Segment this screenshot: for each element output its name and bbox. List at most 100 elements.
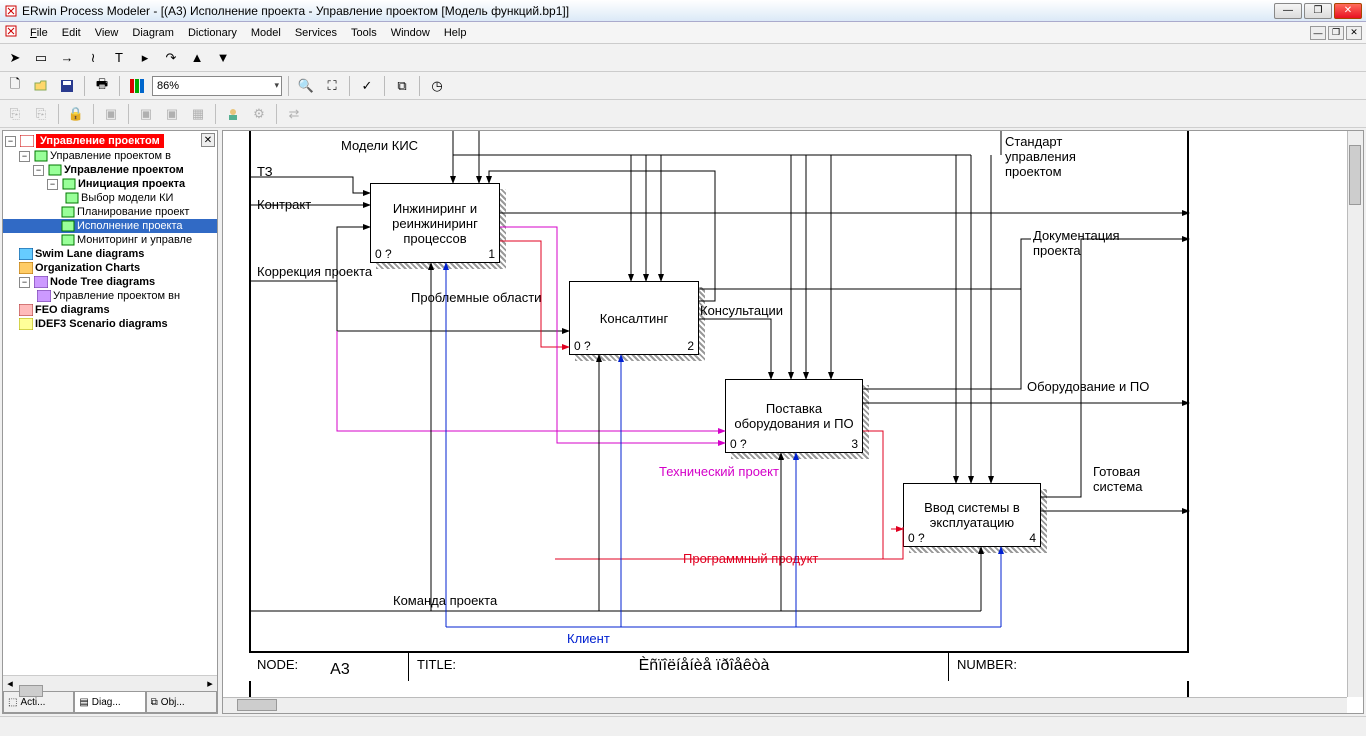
- tb3-2[interactable]: ⎘: [30, 103, 52, 125]
- activity-2[interactable]: Консалтинг 0 ? 2: [569, 281, 699, 355]
- lock-button[interactable]: 🔒: [65, 103, 87, 125]
- app-icon: [4, 4, 18, 18]
- tb3-user[interactable]: [222, 103, 244, 125]
- model-explorer: ✕ −Управление проектом −Управление проек…: [2, 130, 218, 714]
- down-tool[interactable]: ▼: [212, 47, 234, 69]
- up-tool[interactable]: ▲: [186, 47, 208, 69]
- open-button[interactable]: [30, 75, 52, 97]
- tree-ntd[interactable]: Node Tree diagrams: [50, 276, 155, 288]
- model-tree[interactable]: −Управление проектом −Управление проекто…: [3, 131, 217, 675]
- lbl-tech-project: Технический проект: [659, 465, 779, 480]
- mdi-doc-icon: [4, 24, 18, 41]
- text-tool[interactable]: T: [108, 47, 130, 69]
- diagram-footer: NODE: A3 TITLE: Èñïîëíåíèå ïðîåêòà NUMBE…: [249, 651, 1189, 681]
- canvas-vscroll[interactable]: [1347, 131, 1363, 697]
- menu-window[interactable]: Window: [385, 25, 436, 41]
- lbl-equip: Оборудование и ПО: [1027, 379, 1149, 394]
- lbl-consult: Консультации: [700, 303, 783, 318]
- zoom-fit-button[interactable]: ⛶: [321, 75, 343, 97]
- footer-node-value: A3: [330, 661, 350, 679]
- tb3-cube3[interactable]: ▣: [161, 103, 183, 125]
- menu-view[interactable]: View: [89, 25, 125, 41]
- new-button[interactable]: 🗋: [4, 75, 26, 97]
- footer-title-value: Èñïîëíåíèå ïðîåêòà: [468, 657, 940, 675]
- tb3-cfg[interactable]: ⚙: [248, 103, 270, 125]
- menu-help[interactable]: Help: [438, 25, 473, 41]
- tree-root[interactable]: Управление проектом: [36, 134, 164, 148]
- lbl-ready: Готоваясистема: [1093, 465, 1142, 495]
- print-button[interactable]: 🖶: [91, 75, 113, 97]
- lbl-doc: Документацияпроекта: [1033, 229, 1120, 259]
- menubar: File Edit View Diagram Dictionary Model …: [0, 22, 1366, 44]
- toolbar-extra: ⎘ ⎘ 🔒 ▣ ▣ ▣ ▦ ⚙ ⇄: [0, 100, 1366, 128]
- arrow-tool[interactable]: →: [56, 47, 78, 69]
- tree-ntd1[interactable]: Управление проектом вн: [53, 290, 180, 302]
- menu-dictionary[interactable]: Dictionary: [182, 25, 243, 41]
- lbl-problem-areas: Проблемные области: [411, 291, 541, 306]
- zoom-in-button[interactable]: 🔍: [295, 75, 317, 97]
- menu-file[interactable]: File: [24, 25, 54, 41]
- tree-n4[interactable]: Планирование проект: [77, 206, 189, 218]
- canvas-hscroll[interactable]: [223, 697, 1347, 713]
- mdi-minimize[interactable]: ―: [1310, 26, 1326, 40]
- lbl-prog-product: Программный продукт: [683, 551, 818, 566]
- zoom-combo[interactable]: 86%: [152, 76, 282, 96]
- menu-tools[interactable]: Tools: [345, 25, 383, 41]
- tree-n2[interactable]: Управление проектом: [64, 164, 184, 176]
- save-button[interactable]: [56, 75, 78, 97]
- toolbar-standard: 🗋 🖶 86% 🔍 ⛶ ✓ ⧉ ◷: [0, 72, 1366, 100]
- lbl-team: Команда проекта: [393, 593, 497, 608]
- menu-services[interactable]: Services: [289, 25, 343, 41]
- activity-1[interactable]: Инжиниринг и реинжиниринг процессов 0 ? …: [370, 183, 500, 263]
- refresh-button[interactable]: ◷: [426, 75, 448, 97]
- tb3-cube2[interactable]: ▣: [135, 103, 157, 125]
- toolbar-tools: ➤ ▭ → ≀ T ▸ ↷ ▲ ▼: [0, 44, 1366, 72]
- mdi-close[interactable]: ✕: [1346, 26, 1362, 40]
- color-sort-button[interactable]: [126, 75, 148, 97]
- tree-n5-selected[interactable]: Исполнение проекта: [77, 220, 183, 232]
- explorer-hscroll[interactable]: ◂ ▸: [3, 675, 217, 691]
- tb3-1[interactable]: ⎘: [4, 103, 26, 125]
- lbl-client: Клиент: [567, 631, 610, 646]
- tb3-grid[interactable]: ▦: [187, 103, 209, 125]
- tree-n6[interactable]: Мониторинг и управле: [77, 234, 192, 246]
- footer-node-label: NODE:: [257, 657, 298, 672]
- activity-tool[interactable]: ▭: [30, 47, 52, 69]
- tree-n3[interactable]: Инициация проекта: [78, 178, 185, 190]
- squiggle-tool[interactable]: ≀: [82, 47, 104, 69]
- spellcheck-button[interactable]: ✓: [356, 75, 378, 97]
- tree-n1[interactable]: Управление проектом в: [50, 150, 171, 162]
- tree-idef3[interactable]: IDEF3 Scenario diagrams: [35, 318, 168, 330]
- maximize-button[interactable]: ❐: [1304, 3, 1332, 19]
- statusbar: [0, 716, 1366, 736]
- lbl-standard: Стандартуправленияпроектом: [1005, 135, 1076, 180]
- diagram-nav-tool[interactable]: ▸: [134, 47, 156, 69]
- window-title: ERwin Process Modeler - [(A3) Исполнение…: [22, 4, 1274, 18]
- next-sibling-tool[interactable]: ↷: [160, 47, 182, 69]
- mdi-restore[interactable]: ❐: [1328, 26, 1344, 40]
- diagram-canvas[interactable]: Инжиниринг и реинжиниринг процессов 0 ? …: [222, 130, 1364, 714]
- tree-n3a[interactable]: Выбор модели КИ: [81, 192, 173, 204]
- minimize-button[interactable]: ―: [1274, 3, 1302, 19]
- tab-objects[interactable]: ⧉Obj...: [146, 692, 217, 713]
- activity-3[interactable]: Поставка оборудования и ПО 0 ? 3: [725, 379, 863, 453]
- menu-model[interactable]: Model: [245, 25, 287, 41]
- tb3-xfer[interactable]: ⇄: [283, 103, 305, 125]
- menu-edit[interactable]: Edit: [56, 25, 87, 41]
- tree-org[interactable]: Organization Charts: [35, 262, 140, 274]
- activity-4[interactable]: Ввод системы в эксплуатацию 0 ? 4: [903, 483, 1041, 547]
- model-explorer-button[interactable]: ⧉: [391, 75, 413, 97]
- window-titlebar: ERwin Process Modeler - [(A3) Исполнение…: [0, 0, 1366, 22]
- pointer-tool[interactable]: ➤: [4, 47, 26, 69]
- explorer-close[interactable]: ✕: [201, 133, 215, 147]
- lbl-correction: Коррекция проекта: [257, 264, 372, 280]
- footer-number-label: NUMBER:: [957, 657, 1017, 672]
- menu-diagram[interactable]: Diagram: [126, 25, 180, 41]
- tree-feo[interactable]: FEO diagrams: [35, 304, 110, 316]
- tb3-cube1[interactable]: ▣: [100, 103, 122, 125]
- tab-diagrams[interactable]: ▤Diag...: [74, 692, 145, 713]
- tree-swim[interactable]: Swim Lane diagrams: [35, 248, 144, 260]
- footer-title-label: TITLE:: [417, 657, 456, 672]
- lbl-tz: ТЗ: [257, 164, 273, 179]
- close-button[interactable]: ✕: [1334, 3, 1362, 19]
